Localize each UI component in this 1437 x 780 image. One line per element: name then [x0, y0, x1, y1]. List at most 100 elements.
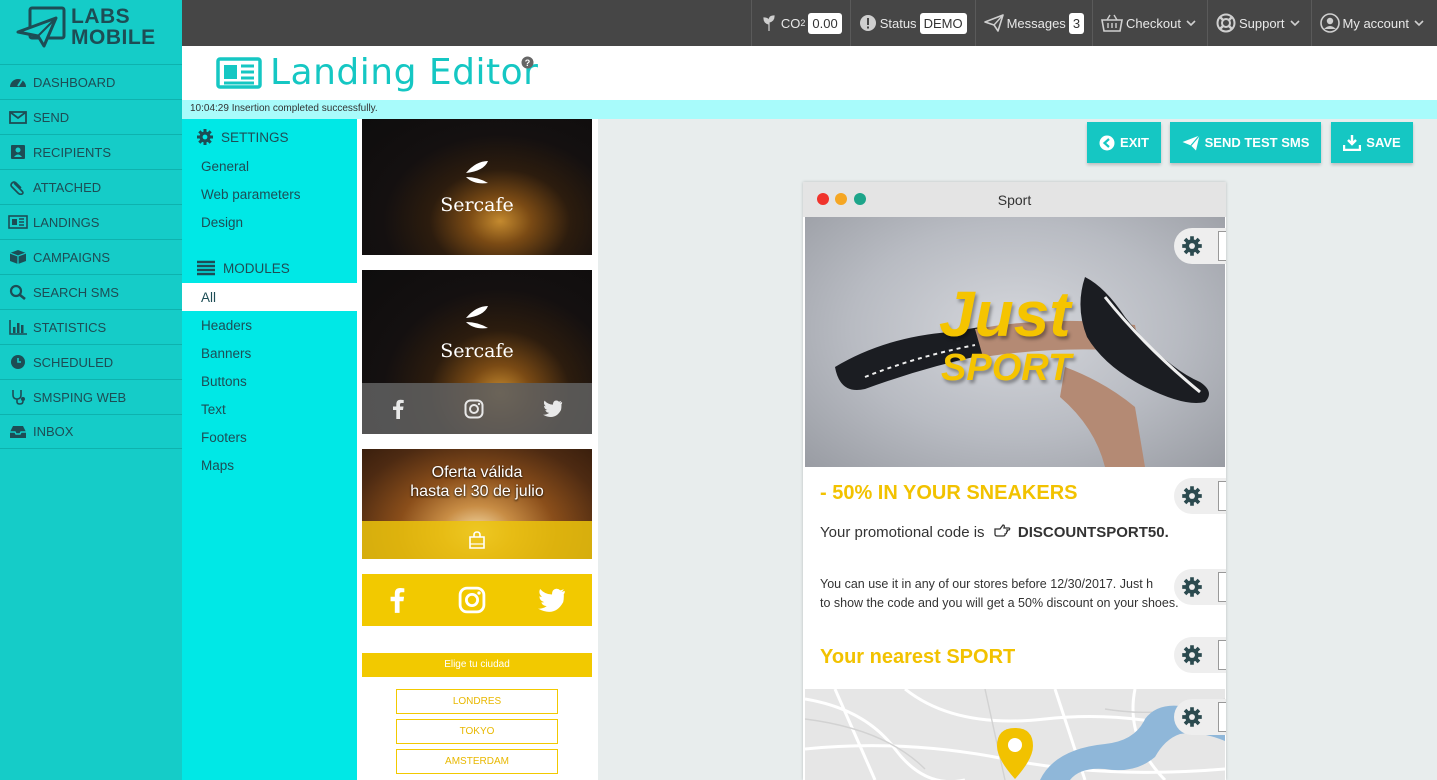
sidebar-item-label: SEND [33, 109, 70, 125]
paper-plane-logo-icon [16, 6, 66, 48]
modules-item-footers[interactable]: Footers [182, 423, 357, 451]
chevron-down-icon [1289, 19, 1300, 26]
co2-indicator[interactable]: CO 2 0.00 [750, 0, 850, 46]
hero-banner[interactable]: Just SPORT [805, 217, 1225, 467]
nearest-heading-settings-button[interactable] [1174, 637, 1226, 673]
modules-item-maps[interactable]: Maps [182, 451, 357, 479]
sidebar-item-label: DASHBOARD [33, 74, 116, 90]
box-icon [9, 250, 27, 264]
settings-item-design[interactable]: Design [182, 208, 357, 236]
stethoscope-icon [12, 390, 25, 405]
sidebar-item-label: ATTACHED [33, 179, 102, 195]
twitter-icon [542, 400, 562, 417]
promo-desc-line-2: to show the code and you will get a 50% … [820, 596, 1179, 610]
sidebar-item-smsping-web[interactable]: SMSPING WEB [0, 379, 182, 414]
sidebar-item-label: SCHEDULED [33, 354, 114, 370]
sidebar-item-inbox[interactable]: INBOX [0, 414, 182, 449]
checkout-label: Checkout [1126, 15, 1181, 31]
promo-heading-settings-button[interactable] [1174, 478, 1226, 514]
messages-indicator[interactable]: Messages 3 [974, 0, 1092, 46]
sidebar-item-landings[interactable]: LANDINGS [0, 204, 182, 239]
gear-icon [1182, 577, 1202, 597]
facebook-icon [393, 399, 405, 419]
landing-preview: Sport Just SPORT - 50% IN YOUR SNEAKERS … [803, 182, 1226, 780]
gear-icon [1182, 645, 1202, 665]
sercafe-logo-text: Sercafe [440, 194, 514, 216]
promo-code-line[interactable]: Your promotional code is DISCOUNTSPORT50… [820, 524, 1169, 541]
clock-icon [11, 355, 25, 369]
status-indicator[interactable]: Status DEMO [849, 0, 975, 46]
modules-gallery: Sercafe Sercafe Oferta válida hasta el 3… [357, 119, 598, 780]
modules-item-headers[interactable]: Headers [182, 311, 357, 339]
help-icon[interactable]: ? [521, 56, 534, 69]
send-test-sms-button[interactable]: SEND TEST SMS [1170, 122, 1321, 163]
city-button-tokyo[interactable]: TOKYO [396, 719, 558, 744]
leaf-icon [763, 15, 775, 31]
gear-icon [1182, 236, 1202, 256]
shopping-basket-icon [1101, 14, 1124, 32]
settings-item-general[interactable]: General [182, 152, 357, 180]
brand-logo[interactable]: LABS MOBILE [0, 0, 182, 64]
save-button[interactable]: SAVE [1331, 122, 1413, 163]
promo-heading[interactable]: - 50% IN YOUR SNEAKERS [820, 482, 1077, 505]
modules-item-all[interactable]: All [182, 283, 357, 311]
modules-item-buttons[interactable]: Buttons [182, 367, 357, 395]
hero-word-sport: SPORT [941, 347, 1072, 389]
settings-panel: SETTINGS General Web parameters Design M… [182, 119, 357, 780]
chevron-down-icon [1414, 19, 1424, 26]
promo-desc-line-1: You can use it in any of our stores befo… [820, 577, 1154, 591]
save-label: SAVE [1366, 135, 1401, 150]
hero-settings-button[interactable] [1174, 228, 1226, 264]
sidebar-item-statistics[interactable]: STATISTICS [0, 309, 182, 344]
map-settings-button[interactable] [1174, 699, 1226, 735]
promo-code-prefix: Your promotional code is [820, 524, 985, 541]
sidebar-item-search-sms[interactable]: SEARCH SMS [0, 274, 182, 309]
instagram-icon [458, 586, 486, 614]
promo-description[interactable]: You can use it in any of our stores befo… [820, 575, 1220, 613]
settings-item-web-parameters[interactable]: Web parameters [182, 180, 357, 208]
paper-plane-icon [983, 14, 1004, 32]
sidebar: LABS MOBILE DASHBOARD SEND RECIPIENTS AT… [0, 0, 182, 780]
sidebar-item-recipients[interactable]: RECIPIENTS [0, 134, 182, 169]
module-thumb-header-social[interactable]: Sercafe [362, 270, 592, 434]
status-time: 10:04:29 [190, 103, 229, 114]
nearest-store-heading[interactable]: Your nearest SPORT [820, 646, 1015, 669]
block-edge [1218, 481, 1226, 511]
modules-title: MODULES [223, 260, 290, 276]
checkout-menu[interactable]: Checkout [1092, 0, 1207, 46]
co2-subscript: 2 [800, 18, 806, 28]
sidebar-item-attached[interactable]: ATTACHED [0, 169, 182, 204]
city-button-londres[interactable]: LONDRES [396, 689, 558, 714]
status-bar: 10:04:29 Insertion completed successfull… [182, 100, 1437, 119]
sidebar-item-scheduled[interactable]: SCHEDULED [0, 344, 182, 379]
user-circle-icon [1319, 13, 1340, 33]
sidebar-item-send[interactable]: SEND [0, 99, 182, 134]
support-menu[interactable]: Support [1206, 0, 1311, 46]
city-button-amsterdam[interactable]: AMSTERDAM [396, 749, 558, 774]
lifebuoy-icon [1216, 13, 1236, 33]
exit-label: EXIT [1120, 135, 1149, 150]
twitter-icon [538, 588, 565, 612]
modules-item-text[interactable]: Text [182, 395, 357, 423]
sidebar-item-campaigns[interactable]: CAMPAIGNS [0, 239, 182, 274]
brand-name: LABS MOBILE [71, 6, 156, 48]
promo-text-settings-button[interactable] [1174, 569, 1226, 605]
account-label: My account [1342, 15, 1409, 31]
sidebar-item-dashboard[interactable]: DASHBOARD [0, 64, 182, 99]
module-thumb-header-coffee[interactable]: Sercafe [362, 119, 592, 255]
exit-button[interactable]: EXIT [1087, 122, 1161, 163]
hero-word-just: Just [939, 278, 1071, 350]
city-selector-header[interactable]: Elige tu ciudad [362, 653, 592, 677]
sidebar-item-label: RECIPIENTS [33, 144, 112, 160]
brand-line-2: MOBILE [71, 26, 156, 49]
inbox-icon [10, 425, 26, 438]
account-menu[interactable]: My account [1310, 0, 1437, 46]
envelope-icon [9, 111, 27, 124]
module-thumb-social-bar[interactable] [362, 574, 592, 626]
co2-value: 0.00 [808, 12, 842, 34]
map-block[interactable] [805, 689, 1225, 780]
sidebar-item-label: INBOX [33, 424, 74, 439]
dashboard-icon [10, 79, 26, 87]
modules-item-banners[interactable]: Banners [182, 339, 357, 367]
module-thumb-offer-banner[interactable]: Oferta válida hasta el 30 de julio [362, 449, 592, 559]
